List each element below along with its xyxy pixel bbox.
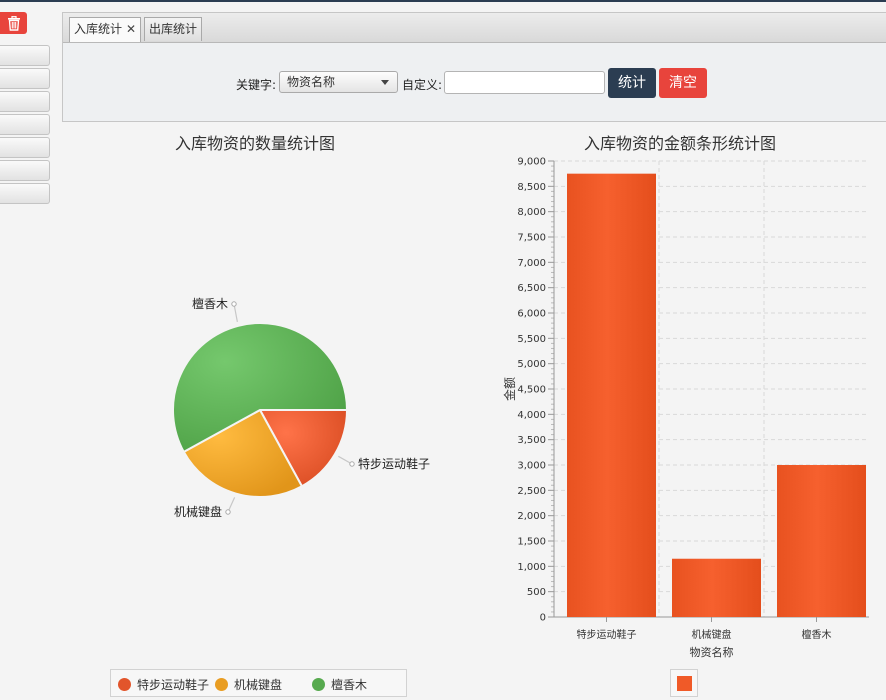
legend-dot <box>312 678 325 691</box>
sidebar-button[interactable] <box>0 91 50 112</box>
y-tick-label: 2,500 <box>517 486 546 497</box>
legend-dot <box>215 678 228 691</box>
pie-label: 特步运动鞋子 <box>358 456 430 471</box>
pie-chart: 特步运动鞋子机械键盘 檀香木 <box>172 296 430 519</box>
tab-label: 出库统计 <box>149 22 198 36</box>
bar <box>672 558 761 617</box>
sidebar-button[interactable] <box>0 45 50 66</box>
legend-label: 机械键盘 <box>234 678 283 692</box>
y-tick-label: 6,000 <box>517 309 546 320</box>
y-axis-label: 金额 <box>502 377 517 401</box>
bar-chart: 0 500 1,000 1,500 2,000 2,500 3,000 3,500 4,000 4… <box>502 157 869 659</box>
sidebar-button[interactable] <box>0 114 50 135</box>
pie-label-dot <box>231 301 237 307</box>
search-panel: 入库统计 ✕ 出库统计 关键字: 物资名称 自定义: 统计 清空 <box>62 12 886 122</box>
pie-legend: 特步运动鞋子 机械键盘 檀香木 <box>110 669 407 697</box>
sidebar-button[interactable] <box>0 68 50 89</box>
tab-bar: 入库统计 ✕ 出库统计 <box>63 13 886 43</box>
pie-label: 机械键盘 <box>174 504 222 519</box>
bar <box>567 173 656 617</box>
top-border <box>0 0 886 2</box>
legend-label: 檀香木 <box>331 678 368 692</box>
keyword-label: 关键字: <box>236 78 277 92</box>
x-tick-label: 檀香木 <box>802 628 832 641</box>
bar-legend <box>670 669 698 697</box>
y-tick-label: 500 <box>527 587 546 598</box>
y-tick-label: 5,000 <box>517 359 546 370</box>
pie-label-line <box>233 303 238 322</box>
clear-button[interactable]: 清空 <box>659 68 707 98</box>
y-tick-label: 5,500 <box>517 334 546 345</box>
trash-icon <box>7 15 20 31</box>
y-tick-label: 8,000 <box>517 207 546 218</box>
keyword-select-value: 物资名称 <box>287 75 336 89</box>
sidebar-button[interactable] <box>0 160 50 181</box>
y-tick-label: 3,500 <box>517 435 546 446</box>
y-tick-label: 8,500 <box>517 182 546 193</box>
y-tick-label: 0 <box>540 613 546 624</box>
y-tick-label: 7,000 <box>517 258 546 269</box>
y-tick-label: 4,500 <box>517 385 546 396</box>
legend-dot <box>118 678 131 691</box>
y-tick-label: 2,000 <box>517 511 546 522</box>
tab-outbound-stats[interactable]: 出库统计 <box>144 17 203 41</box>
legend-item[interactable]: 檀香木 <box>312 676 367 693</box>
sidebar-button[interactable] <box>0 137 50 158</box>
pie-label: 檀香木 <box>192 296 228 311</box>
legend-swatch[interactable] <box>677 676 692 691</box>
x-tick-label: 特步运动鞋子 <box>577 628 637 641</box>
tab-inbound-stats[interactable]: 入库统计 ✕ <box>69 17 142 42</box>
x-tick-label: 机械键盘 <box>692 628 732 641</box>
y-tick-label: 7,500 <box>517 233 546 244</box>
sidebar-button[interactable] <box>0 183 50 204</box>
delete-button[interactable] <box>0 12 27 34</box>
y-tick-label: 9,000 <box>517 157 546 168</box>
y-tick-label: 4,000 <box>517 410 546 421</box>
legend-item[interactable]: 机械键盘 <box>215 676 282 693</box>
y-tick-label: 1,500 <box>517 537 546 548</box>
custom-label: 自定义: <box>402 78 443 92</box>
close-icon[interactable]: ✕ <box>126 22 136 36</box>
y-tick-label: 6,500 <box>517 283 546 294</box>
keyword-select[interactable]: 物资名称 <box>279 71 398 93</box>
chevron-down-icon <box>381 80 389 85</box>
pie-label-dot <box>225 509 231 515</box>
legend-label: 特步运动鞋子 <box>137 678 210 692</box>
bar <box>777 465 866 617</box>
stat-button[interactable]: 统计 <box>608 68 656 98</box>
y-tick-label: 1,000 <box>517 562 546 573</box>
legend-item[interactable]: 特步运动鞋子 <box>118 676 209 693</box>
custom-input[interactable] <box>444 71 605 94</box>
pie-label-dot <box>349 461 355 467</box>
y-tick-label: 3,000 <box>517 461 546 472</box>
tab-label: 入库统计 <box>74 22 123 36</box>
x-axis-label: 物资名称 <box>690 645 734 659</box>
